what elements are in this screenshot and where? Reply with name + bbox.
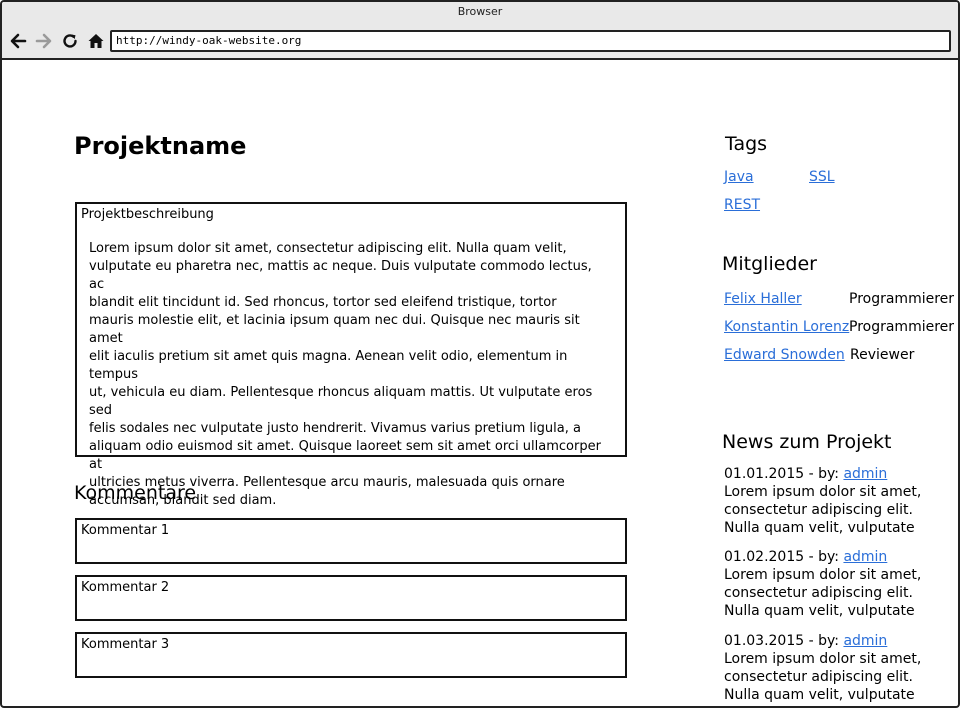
home-icon xyxy=(88,34,104,48)
forward-button[interactable] xyxy=(35,32,53,50)
description-line: vulputate eu pharetra nec, mattis ac neq… xyxy=(89,259,592,292)
news-meta: 01.02.2015 - by: admin xyxy=(724,548,954,566)
news-line: consectetur adipiscing elit. xyxy=(724,585,913,601)
comment-text: Kommentar 3 xyxy=(81,637,170,652)
members-heading: Mitglieder xyxy=(722,253,817,275)
news-line: consectetur adipiscing elit. xyxy=(724,669,913,685)
news-line: Nulla quam velit, vulputate xyxy=(724,603,915,619)
news-meta: 01.01.2015 - by: admin xyxy=(724,465,954,483)
tags-heading: Tags xyxy=(725,133,768,155)
news-item: 01.03.2015 - by: admin Lorem ipsum dolor… xyxy=(724,632,954,704)
news-item: 01.01.2015 - by: admin Lorem ipsum dolor… xyxy=(724,465,954,537)
tag-link-rest[interactable]: REST xyxy=(724,197,760,213)
news-line: Nulla quam velit, vulputate xyxy=(724,520,915,536)
member-role: Programmierer xyxy=(849,319,955,335)
news-line: Nulla quam velit, vulputate xyxy=(724,687,915,703)
news-author-link[interactable]: admin xyxy=(843,633,887,649)
reload-icon xyxy=(63,34,77,48)
back-button[interactable] xyxy=(9,32,27,50)
news-item: 01.02.2015 - by: admin Lorem ipsum dolor… xyxy=(724,548,954,620)
description-text: Lorem ipsum dolor sit amet, consectetur … xyxy=(89,240,611,510)
browser-window: Browser http://windy-oak-website.org Pro… xyxy=(0,0,960,708)
description-line: elit iaculis pretium sit amet quis magna… xyxy=(89,349,568,382)
tag-link-ssl[interactable]: SSL xyxy=(809,169,835,185)
browser-chrome: Browser http://windy-oak-website.org xyxy=(2,2,958,60)
description-line: ut, vehicula eu diam. Pellentesque rhonc… xyxy=(89,385,593,418)
comment-box[interactable]: Kommentar 1 xyxy=(75,518,627,564)
window-title: Browser xyxy=(457,5,503,18)
news-date: 01.03.2015 - by: xyxy=(724,633,839,649)
member-role: Reviewer xyxy=(850,347,915,363)
news-meta: 01.03.2015 - by: admin xyxy=(724,632,954,650)
member-role: Programmierer xyxy=(849,291,955,307)
news-line: consectetur adipiscing elit. xyxy=(724,502,913,518)
description-line: Lorem ipsum dolor sit amet, consectetur … xyxy=(89,241,567,256)
news-author-link[interactable]: admin xyxy=(843,466,887,482)
comment-box[interactable]: Kommentar 3 xyxy=(75,632,627,678)
home-button[interactable] xyxy=(87,32,105,50)
description-line: aliquam odio euismod sit amet. Quisque l… xyxy=(89,439,601,472)
member-link[interactable]: Konstantin Lorenz xyxy=(724,319,849,335)
comments-heading: Kommentare xyxy=(74,482,197,504)
news-line: Lorem ipsum dolor sit amet, xyxy=(724,567,922,583)
member-link[interactable]: Felix Haller xyxy=(724,291,802,307)
address-bar[interactable]: http://windy-oak-website.org xyxy=(110,30,951,52)
news-line: Lorem ipsum dolor sit amet, xyxy=(724,484,922,500)
reload-button[interactable] xyxy=(61,32,79,50)
project-description-box: Projektbeschreibung Lorem ipsum dolor si… xyxy=(75,202,627,508)
page-content: Projektname Projektbeschreibung Lorem ip… xyxy=(2,60,958,706)
news-date: 01.01.2015 - by: xyxy=(724,466,839,482)
comment-box[interactable]: Kommentar 2 xyxy=(75,575,627,621)
comment-text: Kommentar 2 xyxy=(81,580,170,595)
tag-link-java[interactable]: Java xyxy=(724,169,754,185)
arrow-left-icon xyxy=(10,33,27,49)
comment-text: Kommentar 1 xyxy=(81,523,170,538)
member-link[interactable]: Edward Snowden xyxy=(724,347,845,363)
description-line: mauris molestie elit, et lacinia ipsum q… xyxy=(89,313,580,346)
page-title: Projektname xyxy=(74,132,247,160)
news-date: 01.02.2015 - by: xyxy=(724,549,839,565)
news-author-link[interactable]: admin xyxy=(843,549,887,565)
news-line: Lorem ipsum dolor sit amet, xyxy=(724,651,922,667)
news-heading: News zum Projekt xyxy=(722,431,892,453)
arrow-right-icon xyxy=(35,33,52,49)
description-line: felis sodales nec vulputate justo hendre… xyxy=(89,421,581,436)
description-line: blandit elit tincidunt id. Sed rhoncus, … xyxy=(89,295,557,310)
description-label: Projektbeschreibung xyxy=(81,207,214,222)
